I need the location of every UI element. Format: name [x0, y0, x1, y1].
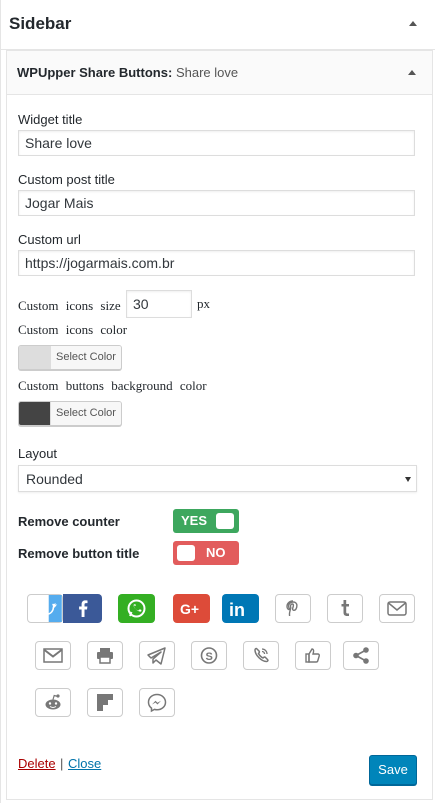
print-share-button[interactable] — [87, 641, 123, 670]
telegram-share-button[interactable] — [139, 641, 175, 670]
google-plus-icon: G+ — [180, 601, 199, 617]
whatsapp-icon — [127, 599, 146, 618]
reddit-share-button[interactable] — [35, 688, 71, 717]
widget-title: WPUpper Share Buttons: Share love — [17, 65, 238, 80]
twitter-icon — [46, 595, 62, 622]
flipboard-share-button[interactable] — [87, 688, 123, 717]
svg-text:in: in — [229, 600, 245, 620]
share-icon — [353, 647, 369, 664]
widget-name: WPUpper Share Buttons — [17, 65, 168, 80]
layout-selected-value: Rounded — [26, 471, 83, 487]
icons-size-input[interactable] — [126, 290, 192, 318]
gmail-share-button[interactable] — [35, 641, 71, 670]
remove-button-title-state: NO — [206, 545, 226, 560]
like-share-button[interactable] — [295, 641, 331, 670]
messenger-share-button[interactable] — [139, 688, 175, 717]
icons-color-label: Custom icons color — [18, 322, 128, 337]
custom-url-label: Custom url — [18, 232, 81, 247]
thumbs-up-icon — [305, 648, 320, 663]
facebook-icon — [79, 600, 88, 617]
delete-link[interactable]: Delete — [18, 756, 56, 771]
toggle-knob — [216, 513, 234, 529]
sidebar-title: Sidebar — [9, 14, 72, 33]
remove-button-title-label: Remove button title — [18, 546, 140, 561]
icons-color-select-label: Select Color — [50, 346, 121, 369]
envelope-icon — [387, 601, 407, 616]
icons-size-label: Custom icons size — [18, 298, 121, 313]
buttons-bg-color-select-label: Select Color — [50, 402, 121, 425]
icons-color-swatch — [19, 346, 50, 369]
viber-icon — [254, 647, 269, 663]
linkedin-share-button[interactable]: in — [222, 594, 259, 623]
widget-title-input[interactable] — [18, 130, 415, 156]
action-separator: | — [60, 756, 64, 771]
twitter-share-button[interactable] — [27, 594, 63, 623]
buttons-bg-color-picker-button[interactable]: Select Color — [18, 401, 122, 426]
toggle-knob — [177, 545, 195, 561]
tumblr-icon — [341, 600, 349, 616]
layout-select[interactable]: Rounded — [18, 465, 417, 492]
widget-title-label: Widget title — [18, 112, 83, 127]
whatsapp-share-button[interactable] — [118, 594, 155, 623]
tumblr-share-button[interactable] — [327, 594, 363, 623]
messenger-icon — [147, 693, 167, 713]
reddit-icon — [45, 694, 61, 710]
buttons-bg-color-label: Custom buttons background color — [18, 378, 207, 393]
widget-title-separator: : — [167, 65, 173, 80]
svg-text:S: S — [206, 651, 213, 663]
layout-label: Layout — [18, 446, 58, 461]
remove-counter-toggle[interactable]: YES — [173, 509, 239, 533]
remove-button-title-toggle[interactable]: NO — [173, 541, 239, 565]
gmail-icon — [43, 648, 63, 663]
facebook-share-button[interactable] — [63, 594, 102, 623]
buttons-bg-color-swatch — [19, 402, 50, 425]
widget-toggle-arrow-icon[interactable] — [408, 70, 416, 75]
remove-counter-label: Remove counter — [18, 514, 120, 529]
close-link[interactable]: Close — [68, 756, 101, 771]
paper-plane-icon — [147, 647, 166, 665]
viber-share-button[interactable] — [243, 641, 279, 670]
printer-icon — [97, 648, 113, 664]
icons-color-picker-button[interactable]: Select Color — [18, 345, 122, 370]
share-buttons-widget: WPUpper Share Buttons: Share love Widget… — [6, 50, 433, 800]
email-share-button[interactable] — [379, 594, 415, 623]
share-share-button[interactable] — [343, 641, 379, 670]
pinterest-share-button[interactable] — [275, 594, 311, 623]
save-button[interactable]: Save — [369, 755, 417, 785]
sidebar-panel: Sidebar WPUpper Share Buttons: Share lov… — [0, 0, 435, 803]
flipboard-icon — [97, 694, 113, 711]
sidebar-header[interactable]: Sidebar — [1, 0, 435, 50]
custom-post-title-label: Custom post title — [18, 172, 115, 187]
icons-size-unit: px — [197, 296, 210, 311]
collapse-arrow-icon[interactable] — [409, 21, 417, 26]
select-caret-icon — [405, 477, 411, 482]
pinterest-icon — [286, 600, 298, 617]
widget-header[interactable]: WPUpper Share Buttons: Share love — [7, 51, 432, 95]
linkedin-icon: in — [229, 600, 245, 620]
custom-post-title-input[interactable] — [18, 190, 415, 216]
custom-url-input[interactable] — [18, 250, 415, 276]
remove-counter-state: YES — [181, 513, 208, 528]
skype-share-button[interactable]: S — [191, 641, 227, 670]
widget-instance-title: Share love — [175, 65, 239, 80]
skype-icon: S — [200, 647, 218, 664]
svg-text:G+: G+ — [180, 601, 199, 617]
google-plus-share-button[interactable]: G+ — [173, 594, 210, 623]
